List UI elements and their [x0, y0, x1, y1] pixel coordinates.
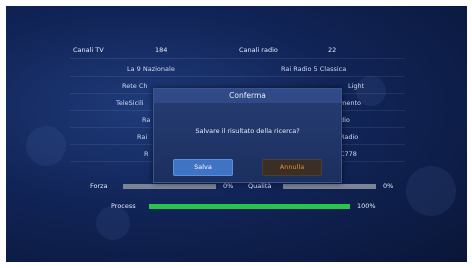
bokeh-light	[406, 166, 456, 216]
row-divider	[70, 58, 405, 59]
strength-bar	[123, 184, 216, 189]
row-divider	[70, 76, 405, 77]
process-value: 100%	[357, 202, 376, 210]
tv-channel-item[interactable]: Rai	[137, 134, 147, 141]
quality-value: 0%	[383, 182, 394, 190]
tv-channels-label: Canali TV	[73, 46, 104, 54]
strength-value: 0%	[223, 182, 234, 190]
tv-channel-item[interactable]: Ra	[142, 117, 150, 124]
radio-channel-item[interactable]: mento	[340, 100, 361, 107]
radio-channel-item[interactable]: Light	[348, 83, 364, 90]
bokeh-light	[26, 126, 66, 166]
strength-label: Forza	[90, 182, 108, 190]
process-bar	[149, 204, 350, 209]
dialog-title: Conferma	[154, 89, 341, 103]
radio-channel-item[interactable]: C778	[340, 151, 357, 158]
tv-screen: Canali TV 184 Canali radio 22 La 9 Nazio…	[6, 6, 467, 262]
tv-channels-count: 184	[155, 46, 168, 54]
dialog-message: Salvare il risultato della ricerca?	[195, 127, 300, 135]
confirm-dialog: Conferma Salvare il risultato della rice…	[153, 88, 342, 183]
bokeh-light	[96, 206, 130, 240]
cancel-button[interactable]: Annulla	[262, 159, 322, 176]
process-bar-fill	[149, 204, 350, 209]
quality-bar	[283, 184, 376, 189]
tv-channel-item[interactable]: TeleSicili	[116, 100, 144, 107]
radio-channels-count: 22	[328, 46, 337, 54]
quality-label: Qualità	[248, 182, 272, 190]
tv-channel-item[interactable]: La 9 Nazionale	[127, 66, 175, 73]
radio-channel-item[interactable]: Rai Radio 5 Classica	[281, 66, 346, 73]
save-button[interactable]: Salva	[173, 159, 233, 176]
radio-channels-label: Canali radio	[239, 46, 278, 54]
tv-channel-item[interactable]: R	[144, 151, 149, 158]
process-label: Process	[111, 202, 136, 210]
tv-channel-item[interactable]: Rete Ch	[122, 83, 148, 90]
radio-channel-item[interactable]: Radio	[340, 134, 358, 141]
